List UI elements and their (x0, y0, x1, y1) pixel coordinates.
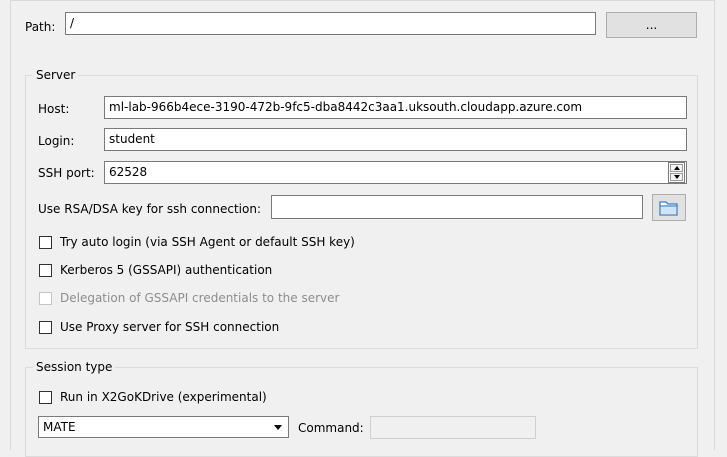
ssh-port-input[interactable]: 62528 (104, 161, 687, 184)
option-auto-login[interactable]: Try auto login (via SSH Agent or default… (39, 234, 355, 250)
path-label: Path: (25, 20, 56, 34)
option-gssapi-delegation: Delegation of GSSAPI credentials to the … (39, 290, 339, 306)
rsa-key-label: Use RSA/DSA key for ssh connection: (38, 202, 261, 216)
option-kerberos[interactable]: Kerberos 5 (GSSAPI) authentication (39, 262, 272, 278)
gssapi-delegation-checkbox (39, 291, 52, 305)
path-input[interactable]: / (65, 12, 596, 35)
folder-open-icon (659, 201, 678, 216)
ssh-port-spinner[interactable] (668, 162, 685, 183)
x2gokdrive-label: Run in X2GoKDrive (experimental) (60, 390, 267, 404)
dropdown-arrow-icon (274, 425, 282, 430)
rsa-key-input[interactable] (271, 195, 643, 219)
login-label: Login: (38, 134, 75, 148)
kerberos-label: Kerberos 5 (GSSAPI) authentication (60, 263, 273, 277)
host-label: Host: (38, 102, 70, 116)
session-type-title: Session type (33, 360, 116, 374)
kerberos-checkbox[interactable] (39, 263, 52, 277)
host-input[interactable]: ml-lab-966b4ece-3190-472b-9fc5-dba8442c3… (104, 96, 687, 119)
proxy-checkbox[interactable] (39, 320, 52, 334)
x2gokdrive-checkbox[interactable] (39, 390, 52, 404)
rsa-key-browse-button[interactable] (652, 194, 686, 221)
session-type-value: MATE (43, 420, 76, 434)
auto-login-checkbox[interactable] (39, 235, 52, 249)
path-browse-button[interactable]: ... (606, 12, 697, 38)
option-proxy[interactable]: Use Proxy server for SSH connection (39, 319, 279, 335)
command-label: Command: (298, 421, 364, 435)
proxy-label: Use Proxy server for SSH connection (60, 320, 280, 334)
gssapi-delegation-label: Delegation of GSSAPI credentials to the … (60, 291, 340, 305)
server-group-title: Server (33, 68, 79, 82)
auto-login-label: Try auto login (via SSH Agent or default… (60, 235, 355, 249)
session-type-select[interactable]: MATE (38, 416, 289, 438)
login-input[interactable]: student (104, 128, 687, 151)
command-input (370, 416, 536, 439)
ssh-port-label: SSH port: (38, 166, 95, 180)
option-x2gokdrive[interactable]: Run in X2GoKDrive (experimental) (39, 389, 267, 405)
session-type-group (25, 367, 698, 457)
spin-down-icon[interactable] (670, 173, 683, 181)
spin-up-icon[interactable] (670, 164, 683, 172)
